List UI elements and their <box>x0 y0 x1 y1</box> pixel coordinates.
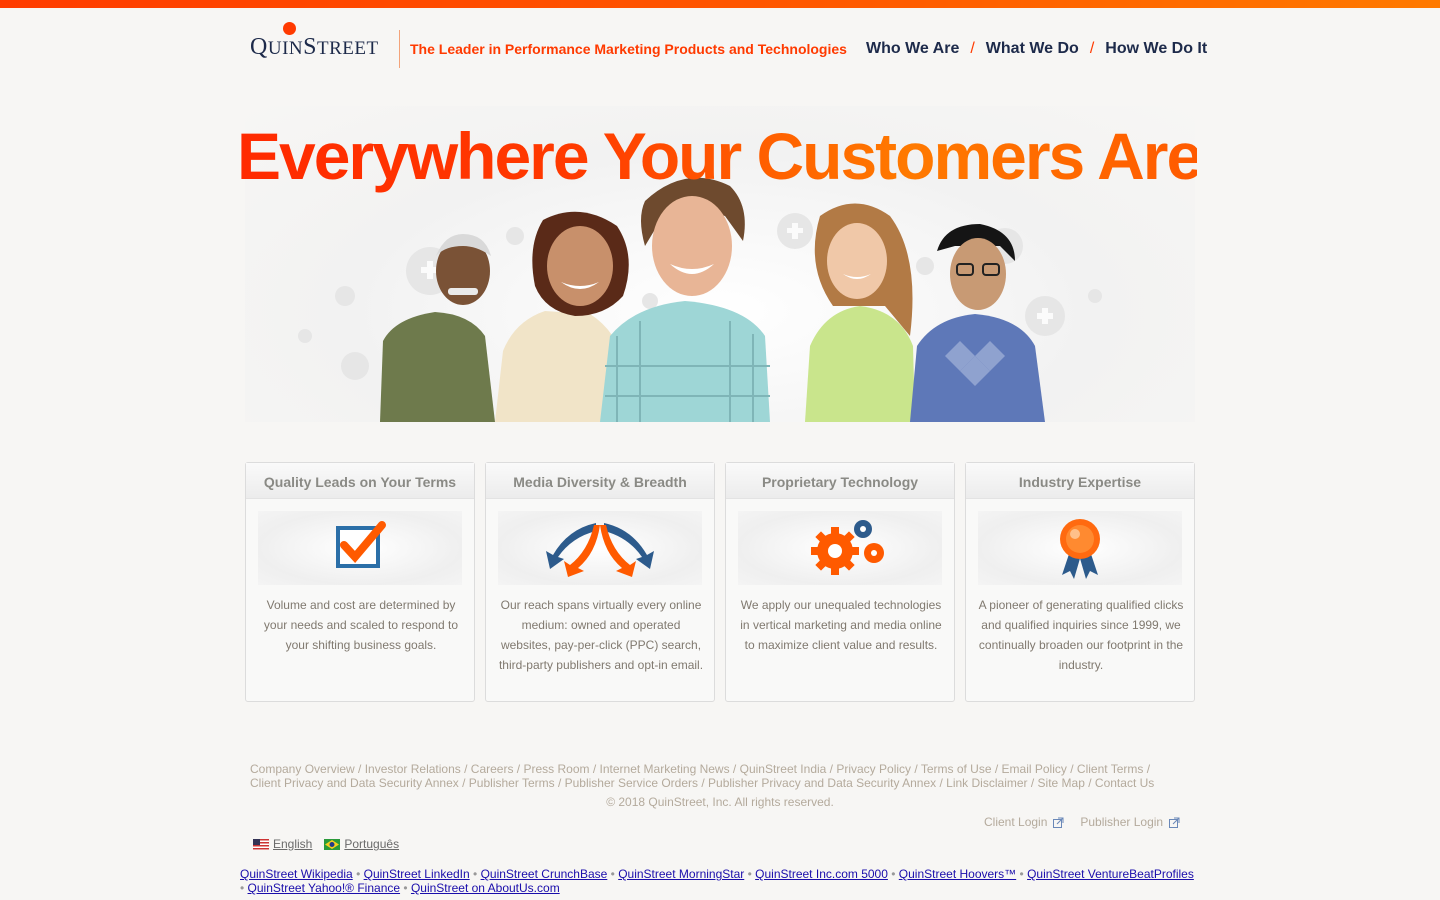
logo-letter-s: S <box>303 34 317 60</box>
external-link[interactable]: QuinStreet Hoovers™ <box>899 867 1016 881</box>
checkbox-check-icon <box>336 521 386 568</box>
award-ribbon-icon <box>1060 519 1100 579</box>
external-link[interactable]: QuinStreet on AboutUs.com <box>411 881 560 895</box>
footer-link[interactable]: Publisher Privacy and Data Security Anne… <box>708 776 936 790</box>
footer-link[interactable]: Privacy Policy <box>836 762 911 776</box>
card-description: We apply our unequaled technologies in v… <box>740 598 942 652</box>
nav-separator: / <box>1089 40 1095 57</box>
footer-link[interactable]: Internet Marketing News <box>600 762 730 776</box>
external-link[interactable]: QuinStreet Yahoo!® Finance <box>248 881 401 895</box>
footer-link[interactable]: Link Disclaimer <box>946 776 1027 790</box>
main-nav: Who We Are / What We Do / How We Do It <box>866 40 1207 58</box>
footer-link[interactable]: Publisher Service Orders <box>565 776 698 790</box>
footer-link[interactable]: Publisher Terms <box>469 776 555 790</box>
footer-links: Company Overview / Investor Relations / … <box>250 762 1155 790</box>
external-link[interactable]: QuinStreet MorningStar <box>618 867 744 881</box>
logo-letters-uin: UIN <box>267 38 304 59</box>
language-portuguese[interactable]: Português <box>324 837 399 851</box>
footer-link[interactable]: Client Privacy and Data Security Annex <box>250 776 459 790</box>
header-divider <box>399 30 400 68</box>
footer-link[interactable]: QuinStreet India <box>740 762 827 776</box>
login-links: Client Login Publisher Login <box>984 815 1196 829</box>
external-link[interactable]: QuinStreet VentureBeatProfiles <box>1027 867 1194 881</box>
external-link[interactable]: QuinStreet LinkedIn <box>364 867 470 881</box>
hero-title: Everywhere Your Customers Are <box>237 119 1203 193</box>
client-login-link[interactable]: Client Login <box>984 815 1064 829</box>
external-link-icon <box>1169 817 1180 828</box>
language-selector: English Português <box>253 837 411 851</box>
footer-link[interactable]: Terms of Use <box>921 762 992 776</box>
diverging-arrows-icon <box>546 523 654 577</box>
footer-link[interactable]: Contact Us <box>1095 776 1154 790</box>
publisher-login-link[interactable]: Publisher Login <box>1080 815 1180 829</box>
nav-who-we-are[interactable]: Who We Are <box>866 40 959 58</box>
language-label: English <box>273 837 313 851</box>
footer-link[interactable]: Press Room <box>523 762 589 776</box>
card-title: Proprietary Technology <box>726 463 954 499</box>
feature-card-media-diversity[interactable]: Media Diversity & Breadth Our reach span… <box>485 462 715 702</box>
card-title: Media Diversity & Breadth <box>486 463 714 499</box>
external-link[interactable]: QuinStreet Wikipedia <box>240 867 353 881</box>
quinstreet-logo[interactable]: QUINSTREET <box>250 22 390 66</box>
copyright: © 2018 QuinStreet, Inc. All rights reser… <box>606 795 834 809</box>
feature-card-proprietary-technology[interactable]: Proprietary Technology We apply our uneq… <box>725 462 955 702</box>
footer-link[interactable]: Careers <box>471 762 514 776</box>
feature-card-industry-expertise[interactable]: Industry Expertise A pioneer of generati… <box>965 462 1195 702</box>
tagline: The Leader in Performance Marketing Prod… <box>410 41 847 57</box>
card-description: Volume and cost are determined by your n… <box>263 598 459 652</box>
footer-link[interactable]: Email Policy <box>1002 762 1067 776</box>
footer-link[interactable]: Company Overview <box>250 762 355 776</box>
footer-link[interactable]: Site Map <box>1038 776 1085 790</box>
logo-letter-q: Q <box>250 34 268 60</box>
external-link[interactable]: QuinStreet CrunchBase <box>481 867 608 881</box>
card-title: Industry Expertise <box>966 463 1194 499</box>
footer-link[interactable]: Client Terms <box>1077 762 1143 776</box>
external-link[interactable]: QuinStreet Inc.com 5000 <box>755 867 888 881</box>
footer-link[interactable]: Investor Relations <box>365 762 461 776</box>
top-accent-bar <box>0 0 1440 8</box>
card-description: Our reach spans virtually every online m… <box>498 598 704 672</box>
language-english[interactable]: English <box>253 837 312 851</box>
client-login-label: Client Login <box>984 815 1048 829</box>
nav-separator: / <box>970 40 975 57</box>
language-label: Português <box>344 837 400 851</box>
external-profile-links: QuinStreet Wikipedia • QuinStreet Linked… <box>240 867 1194 895</box>
gears-icon <box>811 520 884 575</box>
feature-card-quality-leads[interactable]: Quality Leads on Your Terms Volume and c… <box>245 462 475 702</box>
card-description: A pioneer of generating qualified clicks… <box>978 598 1184 672</box>
card-title: Quality Leads on Your Terms <box>246 463 474 499</box>
external-link-icon <box>1053 817 1064 828</box>
publisher-login-label: Publisher Login <box>1080 815 1164 829</box>
us-flag-icon <box>253 838 269 850</box>
nav-how-we-do-it[interactable]: How We Do It <box>1105 40 1207 58</box>
nav-what-we-do[interactable]: What We Do <box>986 40 1079 58</box>
brazil-flag-icon <box>324 838 341 850</box>
logo-letters-treet: TREET <box>316 38 379 59</box>
